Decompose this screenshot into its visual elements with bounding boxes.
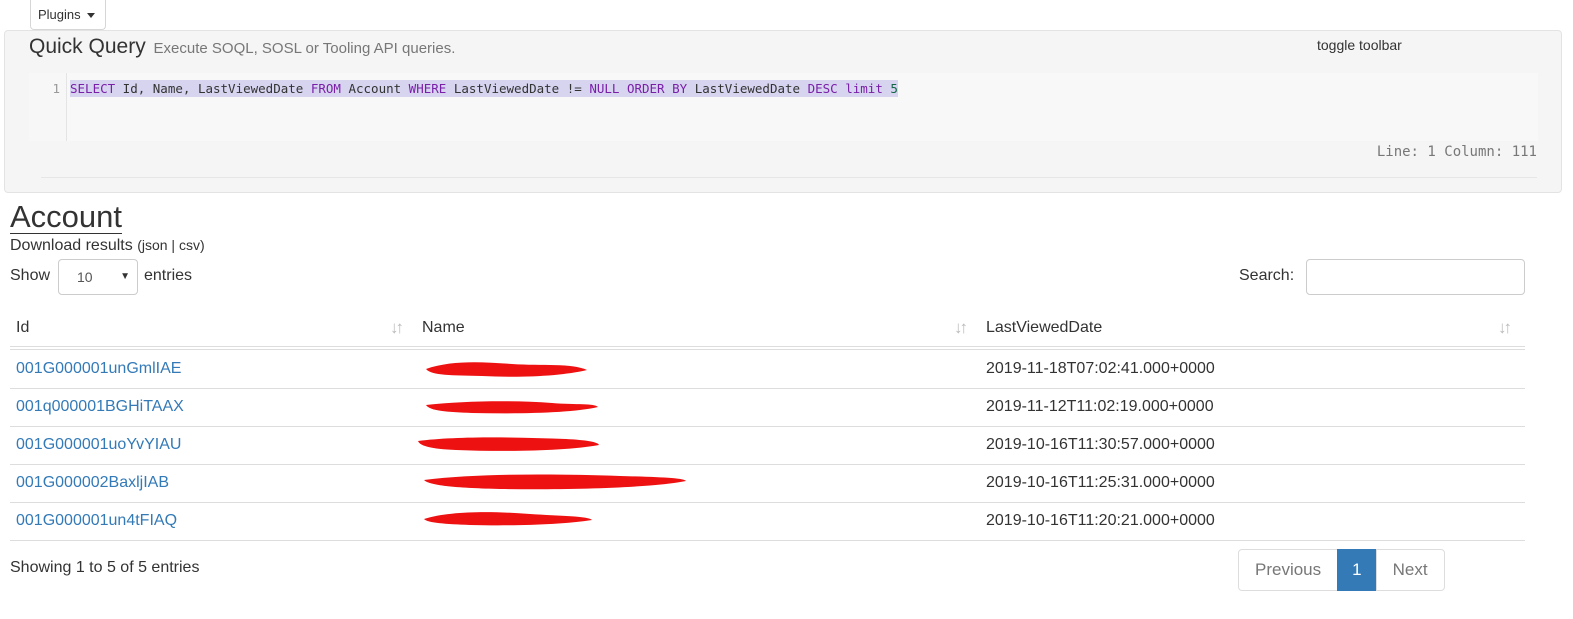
previous-button[interactable]: Previous (1238, 549, 1339, 591)
sort-icon: ↓↑ (954, 318, 968, 337)
table-row: 001G000001uoYvYIAU 2019-10-16T11:30:57.0… (10, 426, 1525, 465)
redacted-name (424, 512, 592, 526)
page-size-value: 10 (77, 269, 93, 285)
line-number: 1 (52, 81, 60, 96)
limit-value: 5 (890, 81, 898, 96)
download-json-link[interactable]: json (142, 237, 168, 253)
record-id-link[interactable]: 001q000001BGHiTAAX (16, 388, 184, 426)
kw-select: SELECT (70, 81, 116, 96)
kw-from: FROM (310, 81, 341, 96)
quick-query-title: Quick Query Execute SOQL, SOSL or Toolin… (29, 35, 455, 59)
kw-where: WHERE (408, 81, 447, 96)
column-header-label: LastViewedDate (986, 319, 1103, 336)
kw-desc: DESC (807, 81, 838, 96)
results-heading: Account (10, 199, 123, 234)
download-label: Download results (10, 237, 133, 254)
table-info: Showing 1 to 5 of 5 entries (10, 559, 200, 576)
redacted-name (426, 401, 598, 414)
query-editor[interactable]: 1 SELECT Id, Name, LastViewedDate FROM A… (29, 73, 1538, 141)
kw-order-by: ORDER BY (626, 81, 688, 96)
chevron-down-icon: ▼ (120, 271, 130, 282)
editor-gutter: 1 (29, 73, 67, 141)
query-text[interactable]: SELECT Id, Name, LastViewedDate FROM Acc… (70, 80, 898, 97)
quick-query-panel: Quick Query Execute SOQL, SOSL or Toolin… (4, 30, 1562, 193)
download-results: Download results (json | csv) (10, 237, 205, 254)
redacted-name (424, 474, 686, 490)
record-id-link[interactable]: 001G000001unGmlIAE (16, 350, 181, 388)
record-id-link[interactable]: 001G000001un4tFIAQ (16, 502, 177, 540)
kw-limit: limit (845, 81, 883, 96)
table-row: 001G000001un4tFIAQ 2019-10-16T11:20:21.0… (10, 502, 1525, 541)
pagination: Previous 1 Next (1238, 549, 1445, 591)
page-title: Quick Query (29, 35, 146, 58)
search-input[interactable] (1306, 259, 1525, 295)
last-viewed-date: 2019-10-16T11:25:31.000+0000 (986, 474, 1215, 491)
table-row: 001G000001unGmlIAE 2019-11-18T07:02:41.0… (10, 350, 1525, 389)
kw-null: NULL (589, 81, 620, 96)
download-csv-link[interactable]: csv (179, 237, 200, 253)
column-header-name[interactable]: Name ↓↑ (416, 310, 980, 346)
plugins-dropdown[interactable]: Plugins (30, 0, 106, 30)
redacted-name (426, 362, 587, 377)
show-label: Show (10, 267, 51, 284)
redacted-name (418, 437, 599, 451)
column-header-label: Id (16, 319, 30, 336)
record-id-link[interactable]: 001G000001uoYvYIAU (16, 426, 181, 464)
editor-status: Line: 1 Column: 111 (1376, 144, 1537, 160)
query-order-field: LastViewedDate (687, 81, 808, 96)
next-button[interactable]: Next (1375, 549, 1445, 591)
page-size-select[interactable]: 10 ▼ (58, 259, 138, 295)
search-label: Search: (1239, 267, 1295, 284)
last-viewed-date: 2019-10-16T11:20:21.000+0000 (986, 512, 1215, 529)
table-row: 001G000002BaxljIAB 2019-10-16T11:25:31.0… (10, 464, 1525, 503)
toggle-toolbar-link[interactable]: toggle toolbar (1317, 37, 1402, 53)
entries-label: entries (144, 267, 193, 284)
last-viewed-date: 2019-11-18T07:02:41.000+0000 (986, 360, 1215, 377)
sort-icon: ↓↑ (390, 318, 404, 337)
record-id-link[interactable]: 001G000002BaxljIAB (16, 464, 169, 502)
divider (41, 177, 1537, 178)
chevron-down-icon (86, 13, 95, 18)
last-viewed-date: 2019-11-12T11:02:19.000+0000 (986, 398, 1214, 415)
query-object: Account (340, 81, 409, 96)
sort-icon: ↓↑ (1498, 318, 1512, 337)
table-row: 001q000001BGHiTAAX 2019-11-12T11:02:19.0… (10, 388, 1525, 427)
column-header-lastvieweddate[interactable]: LastViewedDate ↓↑ (980, 310, 1525, 346)
quick-query-subtitle: Execute SOQL, SOSL or Tooling API querie… (153, 40, 456, 57)
plugins-label: Plugins (38, 7, 81, 22)
query-condition: LastViewedDate != (446, 81, 590, 96)
query-fields: Id, Name, LastViewedDate (115, 81, 311, 96)
page-1-button[interactable]: 1 (1337, 549, 1377, 591)
column-header-id[interactable]: Id ↓↑ (10, 310, 416, 346)
last-viewed-date: 2019-10-16T11:30:57.000+0000 (986, 436, 1215, 453)
column-header-label: Name (422, 319, 465, 336)
